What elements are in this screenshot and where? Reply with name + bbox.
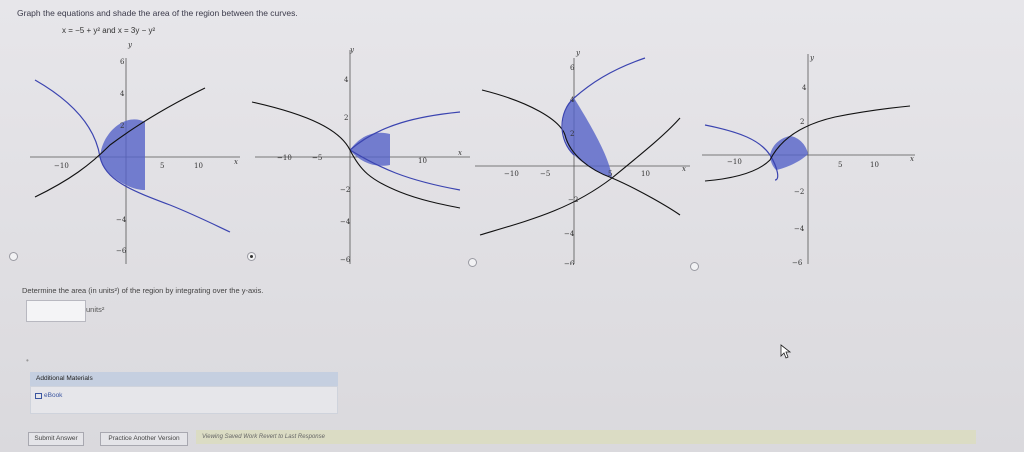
book-icon: [35, 392, 42, 399]
graph-option-d: y 4 2 −2 −4 −6 −10 5 10 x: [702, 54, 915, 265]
area-prompt: Determine the area (in units²) of the re…: [22, 286, 264, 295]
tick-y4: 4: [344, 76, 349, 84]
black-curve: [704, 105, 911, 182]
tick-x5: 5: [608, 170, 612, 178]
tick-y2: 2: [800, 118, 804, 126]
tick-y6: 6: [120, 58, 125, 66]
tick-yn6: −6: [564, 260, 575, 265]
tick-x10: 10: [194, 162, 203, 170]
tick-x10: 10: [870, 161, 879, 169]
bullet-marker: •: [26, 356, 29, 365]
tick-xn5: −5: [540, 170, 550, 178]
additional-materials-panel: [30, 386, 338, 414]
y-label: y: [127, 41, 133, 49]
radio-option-d[interactable]: [690, 262, 699, 271]
mouse-cursor-icon: [780, 344, 792, 359]
area-answer-input[interactable]: [26, 300, 86, 322]
submit-answer-button[interactable]: Submit Answer: [28, 432, 84, 446]
graph-option-a: y 6 4 2 −4 −6 −10 5 10 x: [30, 41, 240, 264]
tick-yn2: −2: [340, 186, 350, 194]
tick-y2: 2: [344, 114, 348, 122]
tick-xn10: −10: [54, 162, 69, 170]
x-label: x: [458, 149, 462, 157]
tick-yn6: −6: [116, 247, 127, 255]
ebook-label: eBook: [44, 392, 63, 399]
x-label: x: [234, 158, 238, 166]
saved-work-bar[interactable]: Viewing Saved Work Revert to Last Respon…: [196, 430, 976, 444]
tick-xn10: −10: [727, 158, 742, 166]
tick-yn6: −6: [792, 259, 803, 265]
tick-y2: 2: [120, 122, 124, 130]
tick-x10: 10: [418, 157, 427, 165]
practice-another-version-button[interactable]: Practice Another Version: [100, 432, 188, 446]
tick-xn10: −10: [504, 170, 519, 178]
radio-option-a[interactable]: [9, 252, 18, 261]
y-label: y: [349, 46, 355, 54]
question-instruction: Graph the equations and shade the area o…: [17, 8, 298, 18]
tick-y4: 4: [802, 84, 807, 92]
question-equation: x = −5 + y² and x = 3y − y²: [62, 26, 156, 35]
radio-option-c[interactable]: [468, 258, 477, 267]
tick-yn4: −4: [340, 218, 351, 226]
tick-xn5: −5: [312, 154, 322, 162]
blue-curve: [573, 57, 646, 99]
tick-x5: 5: [160, 162, 164, 170]
tick-x10: 10: [641, 170, 650, 178]
x-label: x: [910, 155, 914, 163]
tick-yn2: −2: [794, 188, 804, 196]
blue-curve: [704, 124, 779, 181]
units-label: units²: [86, 305, 105, 314]
x-label: x: [682, 165, 686, 173]
tick-xn10: −10: [277, 154, 292, 162]
ebook-link[interactable]: eBook: [35, 392, 62, 399]
page: Graph the equations and shade the area o…: [0, 0, 1024, 452]
tick-yn6: −6: [340, 256, 351, 264]
graph-option-c: y 6 4 2 −2 −4 −6 −10 −5 5 10 x: [475, 49, 690, 265]
tick-y4: 4: [120, 90, 125, 98]
tick-yn4: −4: [564, 230, 575, 238]
tick-x5: 5: [838, 161, 842, 169]
tick-yn2: −2: [568, 196, 578, 204]
tick-y4: 4: [570, 96, 575, 104]
y-label: y: [809, 54, 815, 62]
tick-y6: 6: [570, 64, 575, 72]
radio-option-b[interactable]: [247, 252, 256, 261]
tick-yn4: −4: [116, 216, 127, 224]
tick-yn4: −4: [794, 225, 805, 233]
y-label: y: [575, 49, 581, 57]
graph-option-b: y 4 2 −2 −4 −6 −10 −5 10 x: [251, 46, 470, 264]
tick-y2: 2: [570, 130, 574, 138]
additional-materials-header: Additional Materials: [30, 372, 338, 386]
top-toolbar: [884, 0, 1024, 6]
